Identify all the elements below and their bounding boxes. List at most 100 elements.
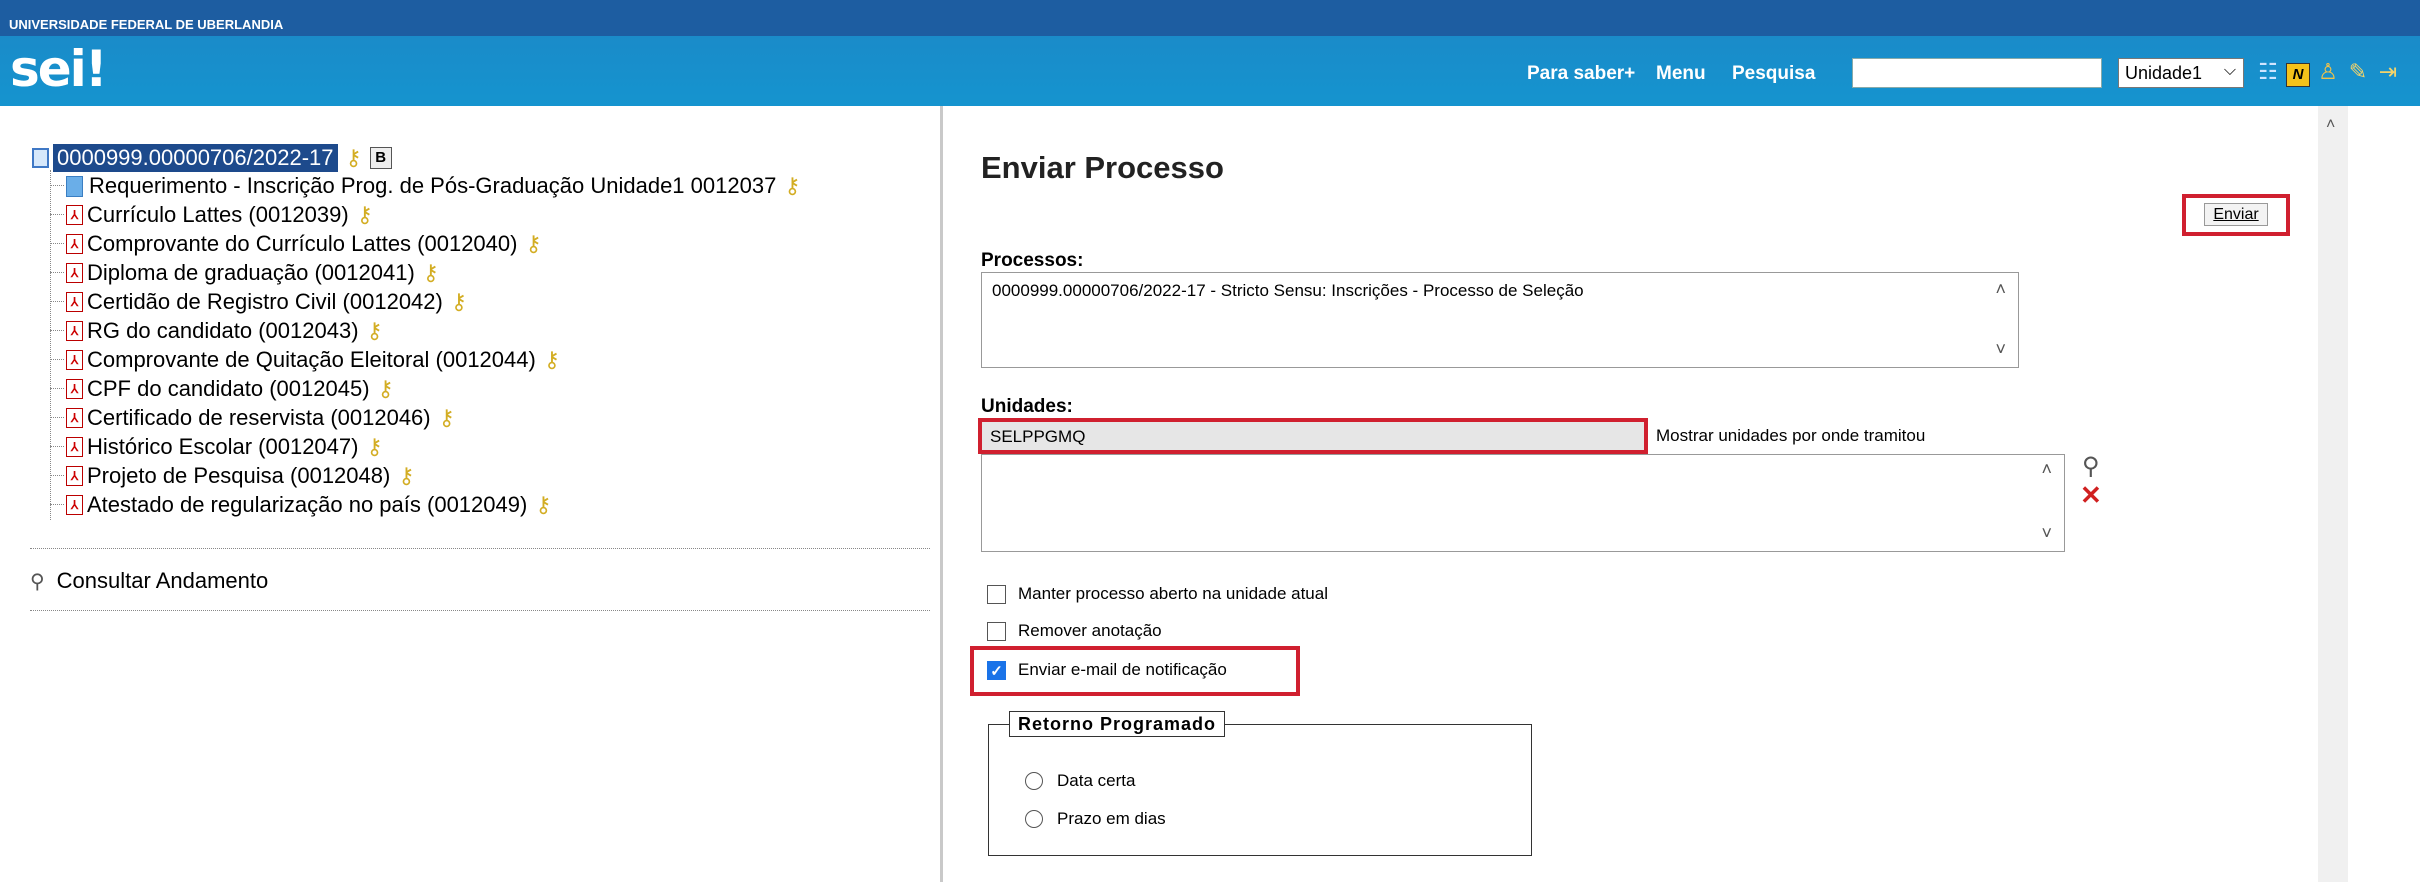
send-button[interactable]: Enviar — [2182, 194, 2290, 236]
tree-item[interactable]: ⅄ Diploma de graduação (0012041) ⚷ — [50, 259, 439, 287]
pdf-icon: ⅄ — [66, 350, 83, 370]
key-icon: ⚷ — [345, 145, 362, 170]
logo-text: sei — [10, 40, 87, 98]
page-title: Enviar Processo — [981, 150, 1224, 185]
consultar-label[interactable]: Consultar Andamento — [57, 568, 269, 594]
units-label: Unidades: — [981, 396, 1073, 417]
link-pesquisa[interactable]: Pesquisa — [1732, 63, 1815, 85]
pdf-icon: ⅄ — [66, 321, 83, 341]
tree-item[interactable]: ⅄ Comprovante de Quitação Eleitoral (001… — [50, 346, 560, 374]
wrench-icon[interactable]: ✎ — [2344, 58, 2372, 86]
tree-item-label[interactable]: CPF do candidato (0012045) — [87, 376, 370, 402]
key-icon: ⚷ — [377, 376, 394, 401]
tree-item[interactable]: ⅄ Atestado de regularização no país (001… — [49, 491, 551, 519]
logo-suffix: ! — [84, 40, 108, 98]
radio-data-certa[interactable]: Data certa — [1025, 771, 1135, 791]
tree-item-label[interactable]: Currículo Lattes (0012039) — [87, 202, 349, 228]
checkbox-label: Manter processo aberto na unidade atual — [1018, 584, 1328, 603]
key-icon: ⚷ — [366, 434, 383, 459]
pdf-icon: ⅄ — [66, 466, 83, 486]
document-icon — [66, 175, 83, 197]
tree-item-label[interactable]: Comprovante do Currículo Lattes (0012040… — [87, 231, 517, 257]
radio-prazo-dias[interactable]: Prazo em dias — [1025, 809, 1166, 829]
units-list[interactable]: ˄ ˅ — [981, 454, 2065, 552]
tree-item[interactable]: ⅄ Projeto de Pesquisa (0012048) ⚷ — [49, 462, 415, 490]
units-input[interactable]: SELPPGMQ — [978, 418, 1648, 454]
radio-label: Data certa — [1057, 771, 1136, 790]
remove-annotation-checkbox[interactable]: Remover anotação — [987, 621, 1162, 641]
separator — [30, 610, 930, 611]
scroll-down-icon[interactable]: ˅ — [1995, 339, 2006, 360]
scroll-down-icon[interactable]: ˅ — [2041, 523, 2052, 544]
header-bar — [0, 0, 2420, 106]
tree-item[interactable]: ⅄ Currículo Lattes (0012039) ⚷ — [50, 201, 373, 229]
scroll-up-icon[interactable]: ˄ — [1995, 279, 2006, 300]
user-icon[interactable]: ♙ — [2314, 58, 2342, 86]
checkbox-icon[interactable] — [987, 584, 1006, 604]
exit-icon[interactable]: ⇥ — [2374, 58, 2402, 86]
tree-item-label[interactable]: Comprovante de Quitação Eleitoral (00120… — [87, 347, 536, 373]
search-input[interactable] — [1852, 58, 2102, 88]
university-name: UNIVERSIDADE FEDERAL DE UBERLANDIA — [9, 17, 284, 32]
tree-item-label[interactable]: Requerimento - Inscrição Prog. de Pós-Gr… — [89, 173, 776, 199]
processes-label: Processos: — [981, 250, 1084, 271]
pdf-icon: ⅄ — [66, 205, 83, 225]
keep-open-checkbox[interactable]: Manter processo aberto na unidade atual — [987, 584, 1328, 604]
search-unit-icon[interactable]: ⚲ — [2082, 452, 2100, 481]
tree-item-label[interactable]: Diploma de graduação (0012041) — [87, 260, 415, 286]
notes-icon[interactable]: N — [2284, 58, 2312, 87]
list-icon[interactable]: ☷ — [2254, 58, 2282, 86]
radio-icon[interactable] — [1025, 772, 1043, 790]
scrollbar[interactable]: ˄ — [2318, 106, 2348, 882]
tree-item[interactable]: ⅄ CPF do candidato (0012045) ⚷ — [50, 375, 394, 403]
key-icon: ⚷ — [366, 318, 383, 343]
tree-connector — [50, 170, 51, 520]
tree-item[interactable]: ⅄ Histórico Escolar (0012047) ⚷ — [50, 433, 383, 461]
checkbox-label: Remover anotação — [1018, 621, 1162, 640]
process-number[interactable]: 0000999.00000706/2022-17 — [53, 144, 338, 172]
key-icon: ⚷ — [784, 173, 801, 198]
tree-item-label[interactable]: Atestado de regularização no país (00120… — [87, 492, 527, 518]
tree-item[interactable]: ⅄ Comprovante do Currículo Lattes (00120… — [50, 230, 542, 258]
processes-list[interactable]: 0000999.00000706/2022-17 - Stricto Sensu… — [981, 272, 2019, 368]
pdf-icon: ⅄ — [66, 408, 83, 428]
tree-item[interactable]: Requerimento - Inscrição Prog. de Pós-Gr… — [49, 172, 801, 200]
key-icon: ⚷ — [398, 463, 415, 488]
pdf-icon: ⅄ — [66, 263, 83, 283]
radio-label: Prazo em dias — [1057, 809, 1166, 828]
chevron-down-icon: ⌵ — [2223, 62, 2236, 79]
link-para-saber[interactable]: Para saber+ — [1527, 63, 1635, 85]
checkbox-label: Enviar e-mail de notificação — [1018, 660, 1227, 679]
link-menu[interactable]: Menu — [1656, 63, 1706, 85]
sei-logo[interactable]: sei! — [10, 44, 108, 94]
tree-item[interactable]: ⅄ Certidão de Registro Civil (0012042) ⚷ — [50, 288, 467, 316]
notify-email-checkbox[interactable]: ✓ Enviar e-mail de notificação — [987, 660, 1227, 680]
pdf-icon: ⅄ — [66, 495, 83, 515]
tree-item-label[interactable]: Projeto de Pesquisa (0012048) — [87, 463, 390, 489]
scroll-up-icon[interactable]: ˄ — [2041, 459, 2052, 480]
process-entry[interactable]: 0000999.00000706/2022-17 - Stricto Sensu… — [992, 281, 1584, 300]
unit-select-value: Unidade1 — [2125, 63, 2203, 83]
process-icon — [32, 148, 49, 168]
retorno-legend: Retorno Programado — [1009, 711, 1226, 737]
key-icon: ⚷ — [543, 347, 560, 372]
unit-select[interactable]: Unidade1 ⌵ — [2118, 58, 2244, 88]
tree-item[interactable]: ⅄ Certificado de reservista (0012046) ⚷ — [50, 404, 455, 432]
send-label: Enviar — [2204, 203, 2268, 226]
checkbox-checked-icon[interactable]: ✓ — [987, 660, 1006, 680]
tree-item-label[interactable]: RG do candidato (0012043) — [87, 318, 359, 344]
scroll-up-icon[interactable]: ˄ — [2326, 116, 2335, 134]
panel-divider[interactable] — [940, 106, 943, 882]
remove-icon[interactable]: ✕ — [2080, 480, 2102, 511]
tree-root[interactable]: 0000999.00000706/2022-17 ⚷ B — [32, 144, 392, 172]
show-units-label: Mostrar unidades por onde tramitou — [1656, 426, 1926, 445]
checkbox-icon[interactable] — [987, 621, 1006, 641]
tree-item-label[interactable]: Certidão de Registro Civil (0012042) — [87, 289, 443, 315]
radio-icon[interactable] — [1025, 810, 1043, 828]
tree-item-label[interactable]: Certificado de reservista (0012046) — [87, 405, 431, 431]
b-badge-icon[interactable]: B — [369, 147, 392, 169]
pdf-icon: ⅄ — [66, 379, 83, 399]
tree-item-label[interactable]: Histórico Escolar (0012047) — [87, 434, 358, 460]
consultar-andamento-link[interactable]: ⚲ Consultar Andamento — [30, 568, 268, 594]
tree-item[interactable]: ⅄ RG do candidato (0012043) ⚷ — [50, 317, 383, 345]
